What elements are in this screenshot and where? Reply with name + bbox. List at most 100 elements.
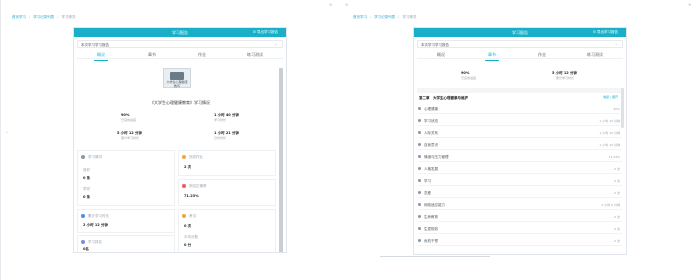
breadcrumb-list[interactable]: 学习记录列表 [374,15,395,19]
list-item[interactable]: 生命教育 0 次 [418,212,622,222]
list-item-name: 自我意识 [424,143,438,147]
section-divider [417,88,623,93]
list-item[interactable]: 危机干预 0 次 [418,236,622,246]
list-item-value: 0 次 [614,179,620,183]
list-item-value: 0 次 [614,191,620,195]
lesson-icon [418,107,421,110]
list-item-name: 生涯规划 [424,227,438,231]
card-line: 良好 [83,168,90,172]
tab-chapters[interactable]: 章节 [485,52,499,61]
tab-homework[interactable]: 作业 [195,52,209,58]
stat-progress-label: 已完成进度 [461,76,477,80]
tab-chapters[interactable]: 章节 [145,52,159,58]
list-item[interactable]: 人格发展 0 次 [418,164,622,174]
list-item-name: 学习 [424,179,431,183]
close-icon-3[interactable]: × [688,2,691,7]
list-item-value: 0 次 [614,227,620,231]
stat-total-time-label: 累计学习时长 [556,76,575,80]
list-item-value: 90% [613,107,620,111]
list-item[interactable]: 网络适应能力 2 小时 0 分钟 [418,200,622,210]
list-item[interactable]: 心理健康 90% [418,104,622,114]
card-ranking: 学习排名 0名 [77,235,175,252]
tab-bar: 概况 章节 作业 练习测试 [77,49,283,61]
card-title: 测试正确率 [189,184,207,188]
breadcrumb-list[interactable]: 学习记录列表 [33,15,54,19]
stat-progress-value: 90% [461,71,470,75]
status-dot-icon [81,155,85,159]
card-title: 学习情况 [88,155,102,159]
breadcrumb-home[interactable]: 首页学习 [353,15,367,19]
scrollbar-thumb[interactable] [279,68,283,252]
chapter-toggle-link[interactable]: 收起 / 展开 [603,95,618,100]
card-line: 平均分数 [184,235,198,239]
report-select-value: 本次学习学习报告 [81,42,109,47]
stat-daily-label: 日均时长 [214,136,227,140]
course-thumbnail-text: 大学生心理健康教育 [166,80,188,88]
collapse-arrow-icon[interactable]: ‹ [6,130,8,136]
scrollbar-thumb[interactable] [621,88,624,128]
lesson-icon [418,191,421,194]
list-item-value: 1 小时 10 分钟 [599,131,620,135]
close-icon[interactable]: × [329,2,332,7]
course-thumbnail-image [170,72,184,80]
list-item[interactable]: 生涯规划 0 次 [418,224,622,234]
list-item-name: 人际关系 [424,131,438,135]
card-title: 考试 [189,214,196,218]
lesson-icon [418,203,421,206]
stat-progress-label: 已完成进度 [121,118,137,122]
ranking-icon [81,240,85,244]
homework-icon [182,155,186,159]
tab-tests[interactable]: 练习测试 [581,52,609,58]
lesson-icon [418,227,421,230]
exam-icon [182,214,186,218]
card-line: 学完 [83,187,90,191]
lesson-icon [418,131,421,134]
export-report-button[interactable]: ⊟ 导出学习报告 [593,30,618,35]
list-item[interactable]: 恋爱 0 次 [418,188,622,198]
report-select-value: 本次学习学习报告 [421,42,449,47]
tab-tests[interactable]: 练习测试 [241,52,269,58]
card-title: 学习排名 [88,240,102,244]
list-item-name: 心理健康 [424,107,438,111]
card-line: 0 次 [184,224,192,228]
list-item-name: 网络适应能力 [424,203,445,207]
bottom-scrollbar[interactable] [380,256,490,257]
export-label: 导出学习报告 [597,30,618,34]
list-item-name: 情绪与压力管理 [424,155,449,159]
list-item-name: 人格发展 [424,167,438,171]
list-item[interactable]: 学习 0 次 [418,176,622,186]
list-item[interactable]: 学习状态 1 小时 10 分钟 [418,116,622,126]
chapter-list: 心理健康 90% 学习状态 1 小时 10 分钟 人际关系 1 小时 10 分钟 自我… [414,102,626,254]
chevron-down-icon: ⌄ [614,41,618,46]
list-item-value: 0 次 [614,167,620,171]
list-item-name: 危机干预 [424,239,438,243]
list-item-value: 1 小时 10 分钟 [599,119,620,123]
list-item-name: 学习状态 [424,119,438,123]
tab-homework[interactable]: 作业 [535,52,549,58]
breadcrumb-home[interactable]: 首页学习 [12,15,26,19]
export-label: 导出学习报告 [257,30,278,34]
list-item-name: 生命教育 [424,215,438,219]
close-icon-2[interactable]: × [345,2,348,7]
breadcrumb: 首页学习 / 学习记录列表 / 学习情况 [12,15,76,19]
report-select[interactable]: 本次学习学习报告 ⌄ [417,40,623,48]
list-item-value: 0 次 [614,239,620,243]
tab-overview[interactable]: 概况 [434,52,448,58]
screenshot-stage: ‹ × × × 首页学习 / 学习记录列表 / 学习情况 学习报告 ⊟ 导出学习报告 本… [0,0,700,280]
card-line: 0名 [83,247,89,251]
tab-overview[interactable]: 概况 [94,52,108,61]
list-item[interactable]: 情绪与压力管理 71.23% [418,152,622,162]
export-report-button[interactable]: ⊟ 导出学习报告 [253,30,278,35]
lesson-icon [418,143,421,146]
breadcrumb-right: 首页学习 / 学习记录列表 / 学习情况 [353,15,417,19]
lesson-icon [418,215,421,218]
report-select[interactable]: 本次学习学习报告 ⌄ [77,40,283,48]
card-line: 0 条 [83,195,91,199]
card-title: 完成作业 [189,155,203,159]
card-line: 2 次 [184,165,192,169]
report-panel-chapters: 学习报告 ⊟ 导出学习报告 本次学习学习报告 ⌄ 概况 章节 作业 练习测试 9… [413,27,627,255]
list-item[interactable]: 自我意识 1 小时 10 分钟 [418,140,622,150]
stat-daily-value: 1 小时 21 分钟 [214,131,239,135]
card-total-time: 累计学习时长 2 小时 12 分钟 [77,209,175,233]
list-item[interactable]: 人际关系 1 小时 10 分钟 [418,128,622,138]
